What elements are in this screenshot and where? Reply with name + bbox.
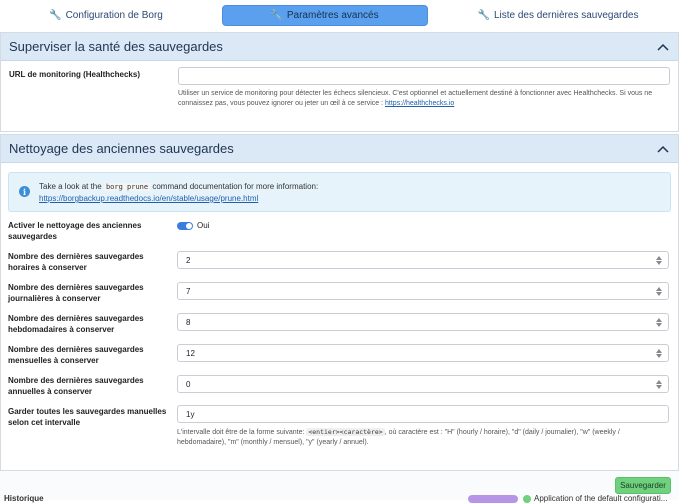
enable-prune-value: Oui xyxy=(197,221,210,230)
keep-yearly-value: 0 xyxy=(186,379,191,389)
keep-interval-help: L'intervalle doit être de la forme suiva… xyxy=(177,427,669,448)
enable-prune-toggle[interactable] xyxy=(177,222,193,230)
status-badge xyxy=(468,495,518,503)
info-prefix: Take a look at the xyxy=(39,182,102,191)
keep-hourly-input[interactable]: 2 xyxy=(177,251,669,269)
healthcheck-help: Utiliser un service de monitoring pour d… xyxy=(178,89,670,109)
tab-borg-config[interactable]: 🔧 Configuration de Borg xyxy=(6,5,206,26)
tab-label: Configuration de Borg xyxy=(65,9,163,21)
info-suffix: command documentation for more informati… xyxy=(152,182,319,191)
healthcheck-url-input[interactable] xyxy=(178,67,670,85)
tab-bar: 🔧 Configuration de Borg 🔧 Paramètres ava… xyxy=(0,0,679,30)
keep-help-code: <entier><caractère> xyxy=(306,428,385,436)
keep-hourly-value: 2 xyxy=(186,255,191,265)
number-stepper-icon[interactable] xyxy=(656,318,662,327)
keep-daily-input[interactable]: 7 xyxy=(177,282,669,300)
tab-advanced-settings[interactable]: 🔧 Paramètres avancés xyxy=(221,4,428,26)
healthchecks-link[interactable]: https://healthchecks.io xyxy=(385,100,454,107)
wrench-icon: 🔧 xyxy=(477,9,490,21)
keep-yearly-label: Nombre des dernières sauvegardes annuell… xyxy=(8,376,144,396)
tab-backup-list[interactable]: 🔧 Liste des dernières sauvegardes xyxy=(443,5,673,26)
history-heading: Historique xyxy=(4,494,44,503)
keep-yearly-input[interactable]: 0 xyxy=(177,375,669,393)
wrench-icon: 🔧 xyxy=(49,9,62,21)
tab-label: Liste des dernières sauvegardes xyxy=(493,9,639,21)
wrench-icon: 🔧 xyxy=(270,9,283,21)
number-stepper-icon[interactable] xyxy=(656,287,662,296)
keep-interval-value: 1y xyxy=(186,409,195,419)
number-stepper-icon[interactable] xyxy=(656,349,662,358)
prune-section-header[interactable]: Nettoyage des anciennes sauvegardes xyxy=(1,135,678,163)
enable-prune-label: Activer le nettoyage des anciennes sauve… xyxy=(8,221,142,241)
keep-hourly-label: Nombre des dernières sauvegardes horaire… xyxy=(8,252,144,272)
healthcheck-url-label: URL de monitoring (Healthchecks) xyxy=(9,70,140,79)
prune-info-box: i Take a look at the borg prune command … xyxy=(8,172,671,212)
tab-label: Paramètres avancés xyxy=(286,9,379,21)
prune-info-text: Take a look at the borg prune command do… xyxy=(39,181,318,204)
keep-monthly-input[interactable]: 12 xyxy=(177,344,669,362)
number-stepper-icon[interactable] xyxy=(656,380,662,389)
keep-monthly-value: 12 xyxy=(186,348,195,358)
keep-weekly-label: Nombre des dernières sauvegardes hebdoma… xyxy=(8,314,144,334)
keep-interval-input[interactable]: 1y xyxy=(177,405,669,423)
keep-weekly-input[interactable]: 8 xyxy=(177,313,669,331)
keep-monthly-label: Nombre des dernières sauvegardes mensuel… xyxy=(8,345,144,365)
save-button[interactable]: Sauvegarder xyxy=(615,477,671,494)
health-section-header[interactable]: Superviser la santé des sauvegardes xyxy=(1,33,678,61)
keep-daily-value: 7 xyxy=(186,286,191,296)
keep-interval-label: Garder toutes les sauvegardes manuelles … xyxy=(8,407,167,427)
success-icon xyxy=(523,495,531,503)
section-title: Superviser la santé des sauvegardes xyxy=(9,39,223,54)
section-title: Nettoyage des anciennes sauvegardes xyxy=(9,141,234,156)
health-section: Superviser la santé des sauvegardes URL … xyxy=(0,32,679,132)
number-stepper-icon[interactable] xyxy=(656,256,662,265)
keep-daily-label: Nombre des dernières sauvegardes journal… xyxy=(8,283,144,303)
borg-prune-docs-link[interactable]: https://borgbackup.readthedocs.io/en/sta… xyxy=(39,194,258,203)
info-icon: i xyxy=(19,186,30,197)
info-code: borg prune xyxy=(103,183,151,191)
keep-help-part1: L'intervalle doit être de la forme suiva… xyxy=(177,429,305,436)
history-entry-text: Application of the default configurati..… xyxy=(534,494,668,503)
keep-weekly-value: 8 xyxy=(186,317,191,327)
chevron-up-icon[interactable] xyxy=(656,142,670,156)
chevron-up-icon[interactable] xyxy=(656,40,670,54)
